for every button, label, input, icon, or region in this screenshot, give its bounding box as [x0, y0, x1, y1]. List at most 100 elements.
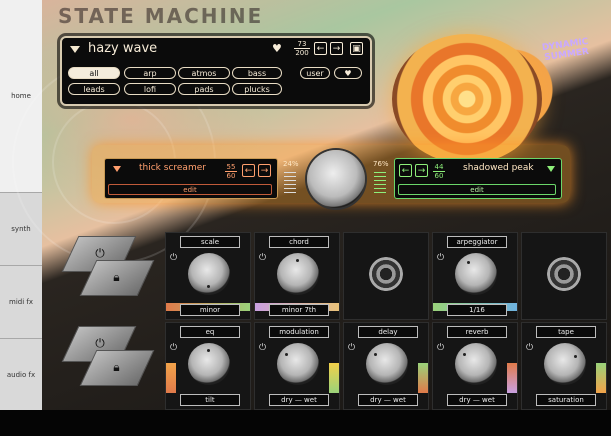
- tag-bass[interactable]: bass: [232, 67, 282, 79]
- state-machine-plugin: home synth midi fx audio fx STATE MACHIN…: [0, 0, 611, 410]
- layer-right-name[interactable]: shadowed peak: [463, 163, 534, 173]
- module-label[interactable]: chord: [269, 236, 329, 248]
- knob-indicator: [285, 353, 288, 356]
- layer-right-panel: ← → 44 60 shadowed peak edit: [394, 158, 562, 199]
- layer-left-dropdown-icon[interactable]: [113, 166, 121, 172]
- tape-knob[interactable]: [544, 343, 586, 385]
- audio-fx-slot-delay: delay ⏻ dry — wet: [343, 322, 429, 410]
- knob-indicator: [574, 355, 577, 358]
- tag-atmos[interactable]: atmos: [178, 67, 230, 79]
- module-value[interactable]: dry — wet: [447, 394, 507, 406]
- power-icon[interactable]: ⏻: [170, 253, 177, 263]
- favorite-heart-icon[interactable]: ♥: [272, 42, 282, 55]
- midi-fx-slot-arpeggiator: arpeggiator ⏻ 1/16: [432, 232, 518, 320]
- module-label[interactable]: scale: [180, 236, 240, 248]
- module-label[interactable]: arpeggiator: [447, 236, 507, 248]
- layer-right-counter: 44 60: [433, 163, 445, 180]
- power-icon[interactable]: ⏻: [259, 343, 266, 353]
- empty-slot-jack-icon[interactable]: [369, 257, 403, 291]
- delay-knob[interactable]: [366, 343, 408, 385]
- tag-pads[interactable]: pads: [178, 83, 230, 95]
- tag-all[interactable]: all: [68, 67, 120, 79]
- scale-knob[interactable]: [188, 253, 230, 295]
- module-label[interactable]: eq: [180, 326, 240, 338]
- layer-left-next-button[interactable]: →: [258, 164, 271, 177]
- audio-fx-slot-eq: eq ⏻ tilt: [165, 322, 251, 410]
- eq-knob[interactable]: [188, 343, 230, 385]
- knob-indicator: [463, 353, 466, 356]
- layer-right-dropdown-icon[interactable]: [547, 166, 555, 172]
- layer-left-edit-button[interactable]: edit: [108, 184, 272, 195]
- tag-lofi[interactable]: lofi: [124, 83, 176, 95]
- tag-plucks[interactable]: plucks: [232, 83, 282, 95]
- next-preset-button[interactable]: →: [330, 42, 343, 55]
- tag-arp[interactable]: arp: [124, 67, 176, 79]
- empty-slot-jack-icon[interactable]: [547, 257, 581, 291]
- save-icon[interactable]: ▣: [350, 42, 363, 55]
- app-logo: STATE MACHINE: [58, 4, 264, 28]
- layer-mix-knob[interactable]: [307, 150, 365, 208]
- reverb-knob[interactable]: [455, 343, 497, 385]
- module-value[interactable]: saturation: [536, 394, 596, 406]
- layer-right-level: 76%: [373, 160, 389, 168]
- knob-indicator: [296, 259, 299, 262]
- prev-preset-button[interactable]: ←: [314, 42, 327, 55]
- slot-accent: [596, 363, 606, 393]
- audio-fx-slot-reverb: reverb ⏻ dry — wet: [432, 322, 518, 410]
- audio-fx-slot-modulation: modulation ⏻ dry — wet: [254, 322, 340, 410]
- midi-fx-slot-scale: scale ⏻ minor: [165, 232, 251, 320]
- module-label[interactable]: modulation: [269, 326, 329, 338]
- tag-favorites-heart-icon[interactable]: ♥: [334, 67, 362, 79]
- power-icon[interactable]: ⏻: [437, 253, 444, 263]
- slot-accent: [418, 363, 428, 393]
- audio-fx-slot-tape: tape ⏻ saturation: [521, 322, 607, 410]
- sidebar-item-label: synth: [11, 225, 31, 233]
- knob-indicator: [467, 261, 470, 264]
- module-value[interactable]: tilt: [180, 394, 240, 406]
- midi-fx-slot-empty: [343, 232, 429, 320]
- modulation-knob[interactable]: [277, 343, 319, 385]
- tag-leads[interactable]: leads: [68, 83, 120, 95]
- power-icon: ⏻: [95, 336, 105, 350]
- layer-right-prev-button[interactable]: ←: [399, 164, 412, 177]
- layer-left-level: 24%: [283, 160, 299, 168]
- layer-left-counter-total: 60: [225, 171, 237, 180]
- power-icon[interactable]: ⏻: [526, 343, 533, 353]
- power-icon[interactable]: ⏻: [437, 343, 444, 353]
- layer-right-counter-total: 60: [433, 171, 445, 180]
- knob-indicator: [207, 349, 210, 352]
- module-value[interactable]: 1/16: [447, 304, 507, 316]
- module-label[interactable]: tape: [536, 326, 596, 338]
- tag-user[interactable]: user: [300, 67, 330, 79]
- layer-left-name[interactable]: thick screamer: [139, 163, 206, 173]
- preset-name[interactable]: hazy wave: [88, 41, 157, 56]
- sidebar-item-midi-fx[interactable]: midi fx: [0, 266, 42, 339]
- module-label[interactable]: delay: [358, 326, 418, 338]
- module-value[interactable]: minor: [180, 304, 240, 316]
- layer-right-counter-current: 44: [434, 163, 444, 171]
- layer-left-prev-button[interactable]: ←: [242, 164, 255, 177]
- power-icon[interactable]: ⏻: [259, 253, 266, 263]
- layer-right-next-button[interactable]: →: [415, 164, 428, 177]
- slot-accent: [507, 363, 517, 393]
- lock-icon: 🔒︎: [113, 270, 120, 284]
- midi-fx-slot-chord: chord ⏻ minor 7th: [254, 232, 340, 320]
- layer-left-panel: thick screamer 55 60 ← → edit: [104, 158, 278, 199]
- arpeggiator-knob[interactable]: [455, 253, 497, 295]
- preset-counter-current: 73: [297, 40, 307, 48]
- layer-right-edit-button[interactable]: edit: [398, 184, 556, 195]
- power-icon[interactable]: ⏻: [170, 343, 177, 353]
- module-value[interactable]: minor 7th: [269, 304, 329, 316]
- preset-dropdown-icon[interactable]: [70, 46, 80, 53]
- module-value[interactable]: dry — wet: [358, 394, 418, 406]
- module-value[interactable]: dry — wet: [269, 394, 329, 406]
- preset-browser: hazy wave ♥ 73 200 ← → ▣ all arp atmos b…: [60, 36, 372, 106]
- chord-knob[interactable]: [277, 253, 319, 295]
- power-icon[interactable]: ⏻: [348, 343, 355, 353]
- layer-left-counter-current: 55: [226, 163, 236, 171]
- module-label[interactable]: reverb: [447, 326, 507, 338]
- layer-left-meter: [284, 172, 296, 194]
- bottom-strip: [0, 410, 611, 436]
- sidebar-item-audio-fx[interactable]: audio fx: [0, 339, 42, 410]
- preset-counter: 73 200: [294, 40, 310, 57]
